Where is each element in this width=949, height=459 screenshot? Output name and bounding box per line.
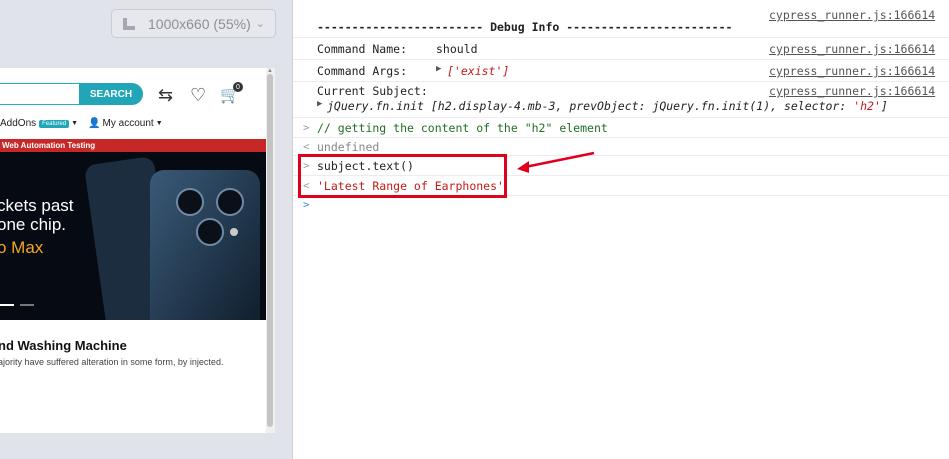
- product-title: nd Washing Machine: [0, 338, 127, 353]
- viewport-size-label: 1000x660 (55%): [148, 15, 251, 32]
- product-description: ajority have suffered alteration in some…: [0, 357, 224, 367]
- annotation-arrow-icon: [517, 151, 595, 173]
- compare-icon[interactable]: ⇆: [158, 85, 173, 106]
- nav-item-addons[interactable]: AddOns: [0, 118, 36, 129]
- nav-item-my-account[interactable]: My account: [103, 118, 154, 129]
- ruler-icon: [123, 17, 135, 30]
- hero-line-1: ckets past: [0, 196, 74, 215]
- search-button[interactable]: SEARCH: [79, 83, 143, 105]
- cart-count-badge: 0: [233, 82, 243, 92]
- preview-scrollbar[interactable]: ▲: [266, 68, 275, 433]
- chevron-down-icon: ▼: [71, 120, 79, 127]
- chevron-down-icon: ⌄: [255, 18, 265, 30]
- hero-carousel[interactable]: ckets past one chip. o Max: [0, 152, 266, 320]
- user-icon: 👤: [88, 118, 101, 129]
- chevron-down-icon: ▼: [155, 120, 163, 127]
- viewport-size-dropdown[interactable]: 1000x660 (55%) ⌄: [111, 9, 276, 38]
- hero-line-2: one chip.: [0, 215, 66, 234]
- phone-image: [85, 157, 260, 320]
- scrollbar-thumb[interactable]: [267, 74, 273, 427]
- carousel-indicator[interactable]: [20, 304, 34, 306]
- top-nav: AddOns Featured ▼ 👤 My account ▼: [0, 118, 163, 129]
- runner-panel: 1000x660 (55%) ⌄ SEARCH ⇆ ♡ 🛒 0 AddOns F…: [0, 0, 292, 459]
- wishlist-heart-icon[interactable]: ♡: [190, 85, 206, 106]
- devtools-console: cypress_runner.js:166614 ---------------…: [292, 0, 949, 459]
- promo-banner: Web Automation Testing: [0, 139, 266, 152]
- featured-badge: Featured: [39, 119, 70, 128]
- hero-line-3: o Max: [0, 238, 44, 257]
- search-input[interactable]: [0, 83, 80, 105]
- app-preview-frame: SEARCH ⇆ ♡ 🛒 0 AddOns Featured ▼ 👤 My ac…: [0, 68, 266, 433]
- carousel-indicator-active[interactable]: [0, 304, 14, 306]
